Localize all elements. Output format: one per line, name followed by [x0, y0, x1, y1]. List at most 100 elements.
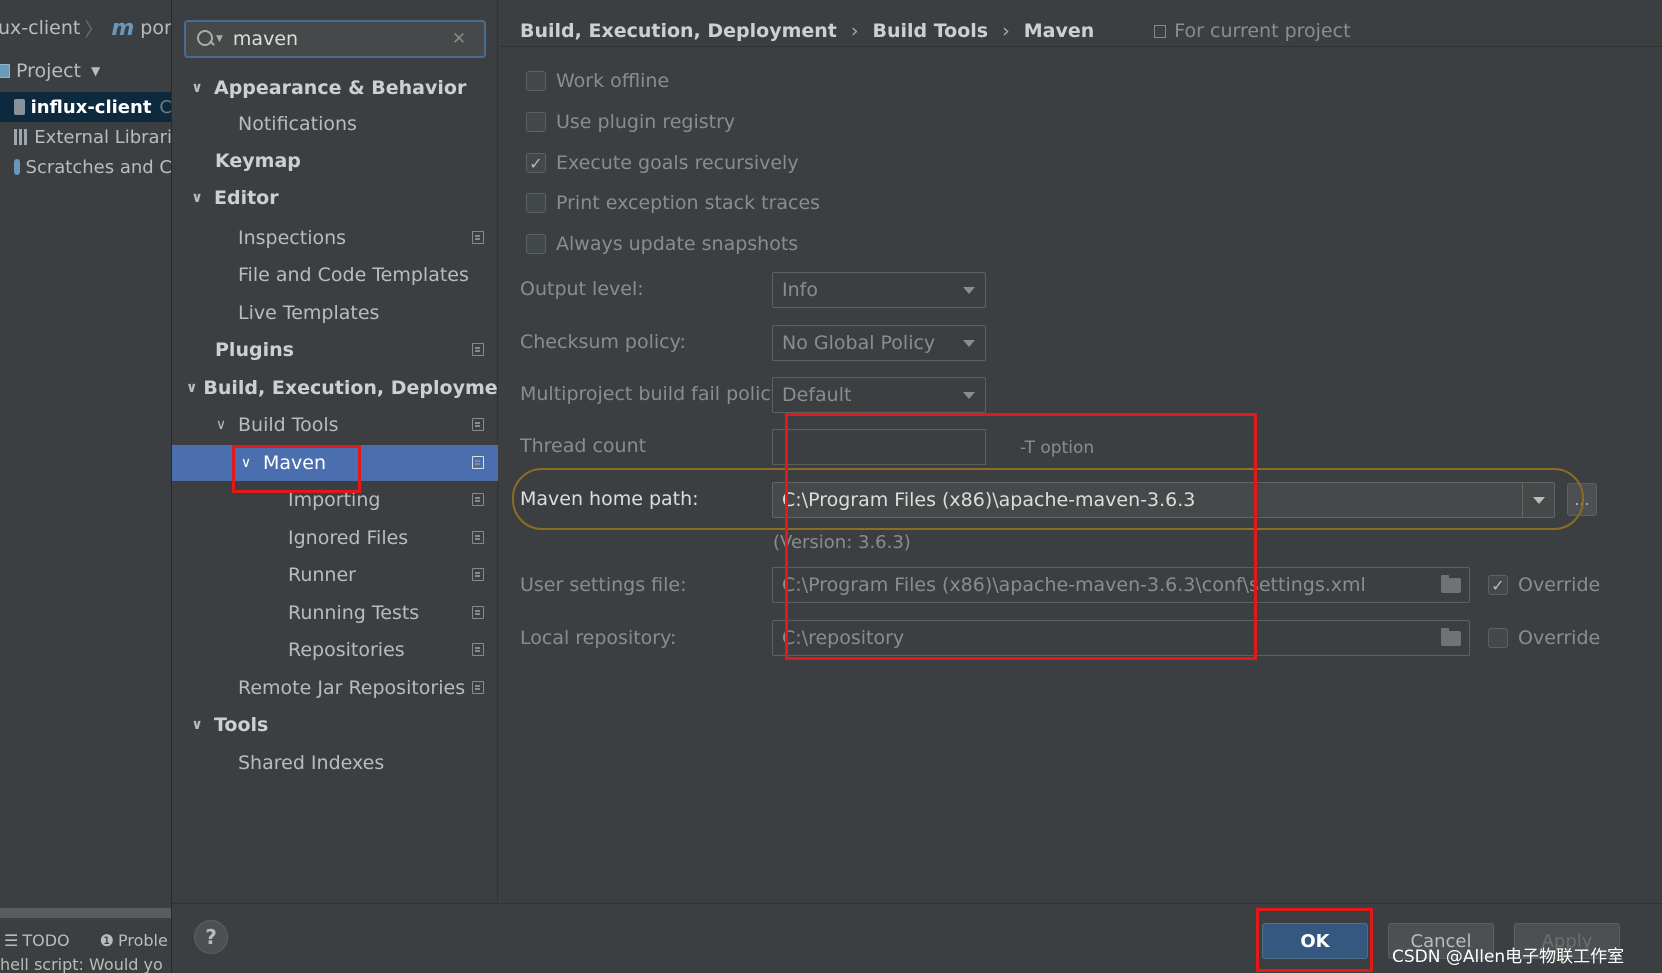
t-option-hint: -T option: [1020, 438, 1095, 458]
chevron-down-icon[interactable]: ∨: [186, 380, 197, 396]
nav-label: Runner: [288, 564, 356, 586]
todo-tab[interactable]: TODO: [22, 931, 69, 950]
tree-item-external-libraries[interactable]: External Librari: [0, 122, 171, 152]
problems-tab[interactable]: Proble: [118, 931, 168, 950]
nav-build-tools[interactable]: ∨ Build Tools: [172, 407, 498, 443]
chevron-down-icon[interactable]: ∨: [186, 717, 208, 733]
settings-search[interactable]: ▼ ✕: [184, 20, 486, 58]
thread-count-label: Thread count: [520, 435, 647, 457]
nav-editor[interactable]: ∨ Editor: [172, 180, 498, 216]
chevron-down-icon[interactable]: ▼: [91, 64, 100, 78]
todo-icon: ☰: [4, 930, 19, 950]
work-offline-checkbox[interactable]: Work offline: [526, 66, 669, 96]
print-exception-stack-traces-checkbox[interactable]: Print exception stack traces: [526, 188, 820, 218]
breadcrumb-build-execution[interactable]: Build, Execution, Deployment: [520, 20, 837, 42]
checkbox[interactable]: [526, 193, 546, 213]
ide-crumb-project[interactable]: ux-client: [0, 17, 80, 39]
nav-repositories[interactable]: Repositories: [172, 632, 498, 668]
checkbox-label: Use plugin registry: [556, 111, 736, 133]
user-settings-file-input[interactable]: C:\Program Files (x86)\apache-maven-3.6.…: [772, 567, 1470, 603]
nav-plugins[interactable]: Plugins: [172, 332, 498, 368]
nav-label: File and Code Templates: [238, 264, 469, 286]
nav-label: Shared Indexes: [238, 752, 385, 774]
nav-label: Inspections: [238, 227, 347, 249]
browse-maven-home-button[interactable]: ...: [1567, 483, 1597, 516]
maven-file-icon: m: [111, 15, 135, 41]
folder-icon[interactable]: [1441, 628, 1461, 646]
ide-crumb-file[interactable]: pom.x: [140, 17, 171, 39]
nav-shared-indexes[interactable]: Shared Indexes: [172, 745, 498, 781]
tree-item-label: influx-client: [30, 96, 152, 118]
nav-label: Live Templates: [238, 302, 380, 324]
project-scope-icon: [472, 681, 484, 694]
chevron-down-icon[interactable]: ∨: [186, 80, 208, 96]
maven-home-path-value: C:\Program Files (x86)\apache-maven-3.6.…: [782, 489, 1196, 511]
project-scope-icon: [472, 418, 484, 431]
nav-ignored-files[interactable]: Ignored Files: [172, 520, 498, 556]
chevron-down-icon: [963, 287, 975, 294]
checkbox-label: Always update snapshots: [556, 233, 799, 255]
nav-appearance-behavior[interactable]: ∨ Appearance & Behavior: [172, 70, 498, 106]
project-scope-icon: [472, 231, 484, 244]
nav-keymap[interactable]: Keymap: [172, 143, 498, 179]
nav-runner[interactable]: Runner: [172, 557, 498, 593]
project-scope-icon: [1154, 24, 1167, 38]
ok-button[interactable]: OK: [1262, 923, 1368, 959]
user-settings-override-checkbox[interactable]: ✓ Override: [1488, 570, 1600, 600]
user-settings-file-value: C:\Program Files (x86)\apache-maven-3.6.…: [782, 574, 1366, 596]
chevron-down-icon[interactable]: [1522, 483, 1554, 517]
checkbox-label: Work offline: [556, 70, 670, 92]
always-update-snapshots-checkbox[interactable]: Always update snapshots: [526, 229, 798, 259]
nav-label: Repositories: [288, 639, 405, 661]
chevron-down-icon[interactable]: ∨: [186, 190, 208, 206]
checkbox[interactable]: [1488, 628, 1508, 648]
multiproject-fail-policy-select[interactable]: Default: [772, 377, 986, 413]
close-icon[interactable]: ✕: [452, 29, 466, 49]
project-scope-icon: [472, 531, 484, 544]
nav-live-templates[interactable]: Live Templates: [172, 295, 498, 331]
problems-icon: ❶: [99, 930, 114, 950]
tree-item-influx-client[interactable]: influx-client C: [0, 92, 171, 122]
thread-count-input[interactable]: [772, 429, 986, 465]
nav-inspections[interactable]: Inspections: [172, 220, 498, 256]
maven-home-path-combo[interactable]: C:\Program Files (x86)\apache-maven-3.6.…: [772, 482, 1555, 518]
tree-item-label: Scratches and C: [25, 156, 172, 178]
nav-tools[interactable]: ∨ Tools: [172, 707, 498, 743]
help-button[interactable]: ?: [194, 920, 228, 954]
horizontal-scrollbar[interactable]: [0, 908, 171, 918]
checkbox-checked[interactable]: ✓: [1488, 575, 1508, 595]
nav-remote-jar-repositories[interactable]: Remote Jar Repositories: [172, 670, 498, 706]
checksum-policy-select[interactable]: No Global Policy: [772, 325, 986, 361]
nav-maven[interactable]: ∨ Maven: [172, 445, 498, 481]
select-value: Info: [782, 279, 818, 301]
nav-build-execution-deployment[interactable]: ∨ Build, Execution, Deployment: [172, 370, 520, 406]
local-repository-override-checkbox[interactable]: Override: [1488, 623, 1600, 653]
project-view-header[interactable]: Project ▼: [0, 56, 100, 86]
local-repository-input[interactable]: C:\repository: [772, 620, 1470, 656]
ide-project-pane: ux-client 〉 m pom.x Project ▼ influx-cli…: [0, 0, 172, 973]
breadcrumb-build-tools[interactable]: Build Tools: [873, 20, 989, 42]
folder-icon[interactable]: [1441, 575, 1461, 593]
checkbox[interactable]: [526, 112, 546, 132]
chevron-down-icon: [963, 340, 975, 347]
checkbox[interactable]: [526, 71, 546, 91]
execute-goals-recursively-checkbox[interactable]: ✓ Execute goals recursively: [526, 148, 799, 178]
nav-label: Keymap: [215, 150, 301, 172]
nav-running-tests[interactable]: Running Tests: [172, 595, 498, 631]
chevron-down-icon[interactable]: ∨: [235, 455, 257, 471]
nav-label: Notifications: [238, 113, 357, 135]
select-value: No Global Policy: [782, 332, 936, 354]
search-history-icon[interactable]: ▼: [216, 34, 223, 44]
nav-importing[interactable]: Importing: [172, 482, 498, 518]
nav-label: Tools: [214, 714, 269, 736]
use-plugin-registry-checkbox[interactable]: Use plugin registry: [526, 107, 735, 137]
nav-notifications[interactable]: Notifications: [172, 106, 498, 142]
output-level-select[interactable]: Info: [772, 272, 986, 308]
chevron-down-icon[interactable]: ∨: [210, 417, 232, 433]
checkbox-checked[interactable]: ✓: [526, 153, 546, 173]
tree-item-scratches[interactable]: Scratches and C: [0, 152, 172, 182]
nav-file-code-templates[interactable]: File and Code Templates: [172, 257, 498, 293]
nav-label: Maven: [263, 452, 327, 474]
search-input[interactable]: [232, 28, 448, 50]
checkbox[interactable]: [526, 234, 546, 254]
